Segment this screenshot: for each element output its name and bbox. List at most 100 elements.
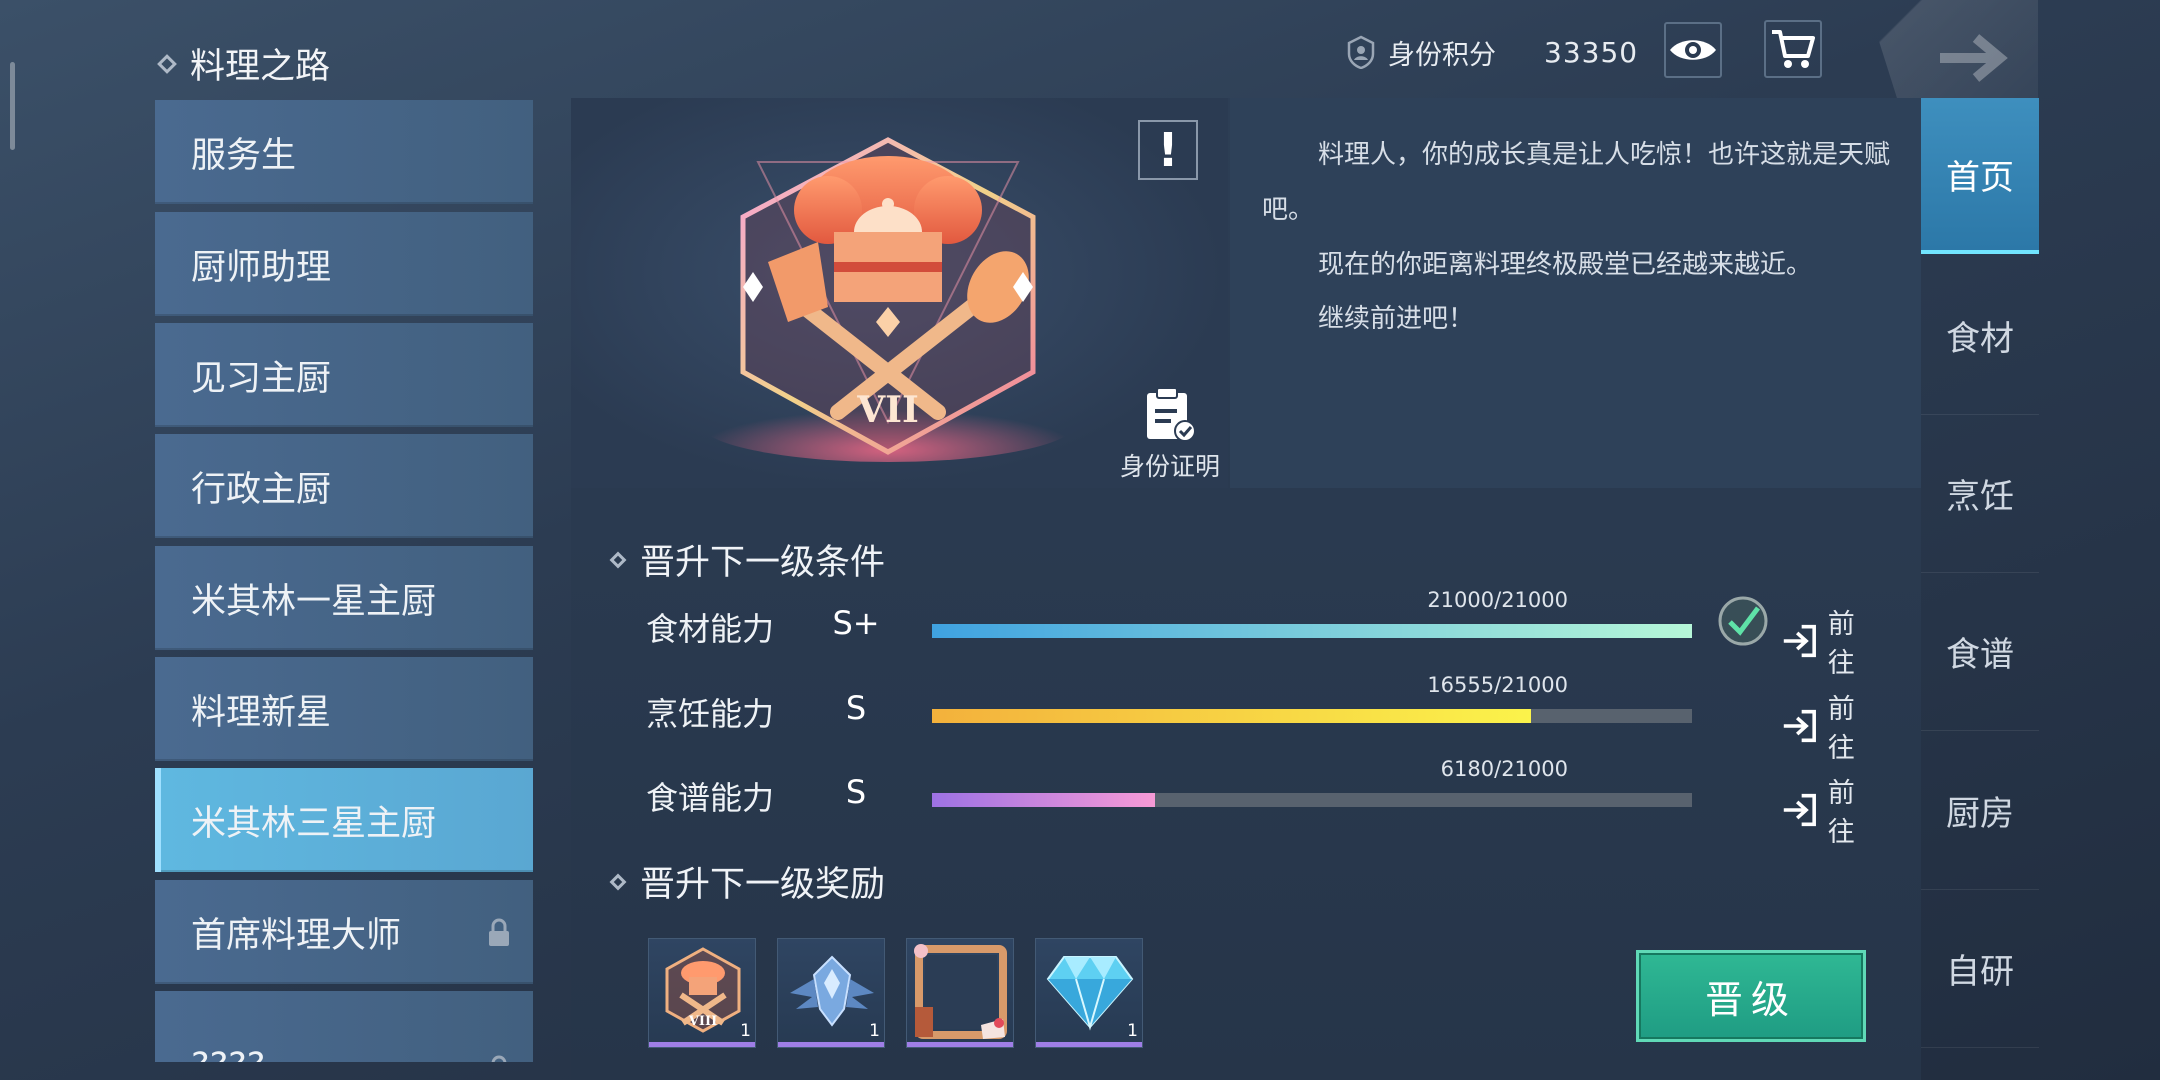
eye-icon	[1670, 40, 1716, 60]
nav-tab-label: 食材	[1946, 319, 2014, 359]
nav-tab-ingredients[interactable]: 食材	[1921, 257, 2039, 415]
reward-badge-numeral: VIII	[688, 1014, 717, 1029]
condition-progress-bar	[932, 709, 1692, 723]
conditions-title: 晋升下一级条件	[640, 543, 886, 583]
reward-item[interactable]: 1	[777, 938, 885, 1048]
condition-progress-text: 16555/21000	[1427, 673, 1568, 697]
condition-progress-bar	[932, 793, 1692, 807]
nav-tab-label: 自研	[1946, 952, 2014, 992]
cart-icon	[1772, 30, 1815, 68]
description-line: 继续前进吧！	[1318, 304, 1475, 334]
rank-sidebar: 服务生 厨师助理 见习主厨 行政主厨 米其林一星主厨 料理新星 米其林三星主厨 …	[155, 100, 533, 1062]
view-button[interactable]	[1664, 22, 1722, 78]
sidebar-item-michelin-one-star[interactable]: 米其林一星主厨	[155, 546, 533, 650]
sidebar-item-label: 料理新星	[191, 692, 332, 733]
sidebar-item-label: 见习主厨	[191, 358, 332, 399]
promote-button[interactable]: 晋级	[1636, 950, 1866, 1042]
enter-arrow-icon	[1783, 624, 1816, 658]
condition-label: 食谱能力	[646, 779, 775, 817]
condition-progress-bar	[932, 624, 1692, 638]
check-circle-icon	[1718, 596, 1768, 646]
reward-rarity-bar	[778, 1042, 884, 1047]
condition-label: 食材能力	[646, 610, 775, 648]
page-title-group: 料理之路	[157, 38, 331, 89]
shop-button[interactable]	[1764, 20, 1822, 78]
back-corner[interactable]	[1866, 0, 2038, 98]
sidebar-item-label: 首席料理大师	[191, 915, 402, 956]
nav-tab-label: 厨房	[1946, 794, 2014, 834]
goto-label: 前往	[1827, 694, 1855, 764]
condition-progress-fill	[932, 624, 1692, 638]
id-proof-label: 身份证明	[1119, 452, 1220, 481]
reward-rarity-bar	[1036, 1042, 1142, 1047]
sidebar-item-michelin-three-star[interactable]: 米其林三星主厨	[155, 768, 533, 872]
score-value: 33350	[1544, 35, 1639, 69]
nav-tab-recipes[interactable]: 食谱	[1921, 573, 2039, 731]
clipboard-check-icon	[1147, 387, 1196, 442]
page-title: 料理之路	[190, 47, 331, 87]
sidebar-item-label: 服务生	[191, 135, 297, 176]
info-button[interactable]: !	[1138, 120, 1198, 180]
identity-score: 身份积分 33350	[1346, 30, 1638, 74]
nav-tab-label: 烹饪	[1946, 477, 2014, 517]
rewards-title: 晋升下一级奖励	[640, 865, 886, 905]
sidebar-item-unknown[interactable]: ????	[155, 991, 533, 1062]
nav-tab-kitchen[interactable]: 厨房	[1921, 732, 2039, 890]
reward-rarity-bar	[907, 1042, 1013, 1047]
edge-handle[interactable]	[10, 62, 15, 150]
goto-label: 前往	[1827, 778, 1855, 848]
nav-tab-label: 首页	[1946, 157, 2014, 198]
sidebar-item-chef-assistant[interactable]: 厨师助理	[155, 212, 533, 316]
condition-progress-text: 6180/21000	[1440, 757, 1568, 781]
sidebar-item-label: 厨师助理	[191, 247, 332, 288]
rewards-heading: 晋升下一级奖励	[609, 856, 886, 907]
chef-rank-badge-icon: VII	[698, 137, 1078, 462]
shield-user-icon	[1347, 35, 1375, 69]
diamond-icon	[1046, 956, 1134, 1031]
goto-button[interactable]: 前往	[1782, 771, 1876, 849]
promote-button-label: 晋级	[1704, 977, 1797, 1022]
nav-tab-research[interactable]: 自研	[1921, 890, 2039, 1048]
sidebar-item-waiter[interactable]: 服务生	[155, 100, 533, 204]
sidebar-item-rising-star[interactable]: 料理新星	[155, 657, 533, 761]
sidebar-item-label: 米其林三星主厨	[191, 803, 437, 844]
condition-row-recipes: 食谱能力 S 6180/21000 前往	[646, 757, 1876, 848]
right-nav: 首页 食材 烹饪 食谱 厨房 自研	[1921, 98, 2039, 1080]
condition-grade: S	[845, 689, 867, 727]
reward-item[interactable]: 1	[1035, 938, 1143, 1048]
reward-qty: 1	[740, 1021, 751, 1041]
enter-arrow-icon	[1783, 793, 1816, 827]
description-line: 现在的你距离料理终极殿堂已经越来越近。	[1318, 250, 1813, 280]
exclamation-icon: !	[1157, 123, 1179, 177]
reward-rarity-bar	[649, 1042, 755, 1047]
diamond-bullet-icon	[157, 53, 177, 74]
rank-description: 料理人，你的成长真是让人吃惊！也许这就是天赋吧。 现在的你距离料理终极殿堂已经越…	[1230, 98, 1921, 488]
lock-icon	[491, 1055, 507, 1062]
nav-tab-home[interactable]: 首页	[1921, 98, 2039, 254]
diamond-bullet-icon	[609, 873, 627, 890]
sidebar-item-master-chef[interactable]: 首席料理大师	[155, 880, 533, 984]
score-label: 身份积分	[1388, 39, 1496, 71]
sidebar-item-trainee-chef[interactable]: 见习主厨	[155, 323, 533, 427]
condition-row-cooking: 烹饪能力 S 16555/21000 前往	[646, 673, 1876, 764]
nav-tab-cooking[interactable]: 烹饪	[1921, 415, 2039, 573]
id-proof-button[interactable]: 身份证明	[1110, 385, 1230, 483]
sidebar-item-executive-chef[interactable]: 行政主厨	[155, 434, 533, 538]
reward-qty: 1	[1127, 1021, 1138, 1041]
condition-progress-fill	[932, 709, 1531, 723]
reward-item[interactable]: VIII 1	[648, 938, 756, 1048]
sidebar-item-label: 行政主厨	[191, 469, 332, 510]
reward-qty: 1	[869, 1021, 880, 1041]
lock-icon	[489, 918, 509, 946]
diamond-bullet-icon	[609, 551, 627, 568]
winged-emblem-icon	[790, 955, 874, 1027]
goto-button[interactable]: 前往	[1782, 687, 1876, 765]
conditions-heading: 晋升下一级条件	[609, 534, 886, 585]
condition-grade: S	[845, 773, 867, 811]
enter-arrow-icon	[1783, 709, 1816, 743]
description-line: 料理人，你的成长真是让人吃惊！也许这就是天赋吧。	[1262, 140, 1891, 225]
reward-item[interactable]	[906, 938, 1014, 1048]
chef-badge-icon: VIII	[665, 947, 741, 1033]
goto-button[interactable]: 前往	[1782, 602, 1876, 680]
arrow-right-icon	[1940, 34, 2008, 82]
